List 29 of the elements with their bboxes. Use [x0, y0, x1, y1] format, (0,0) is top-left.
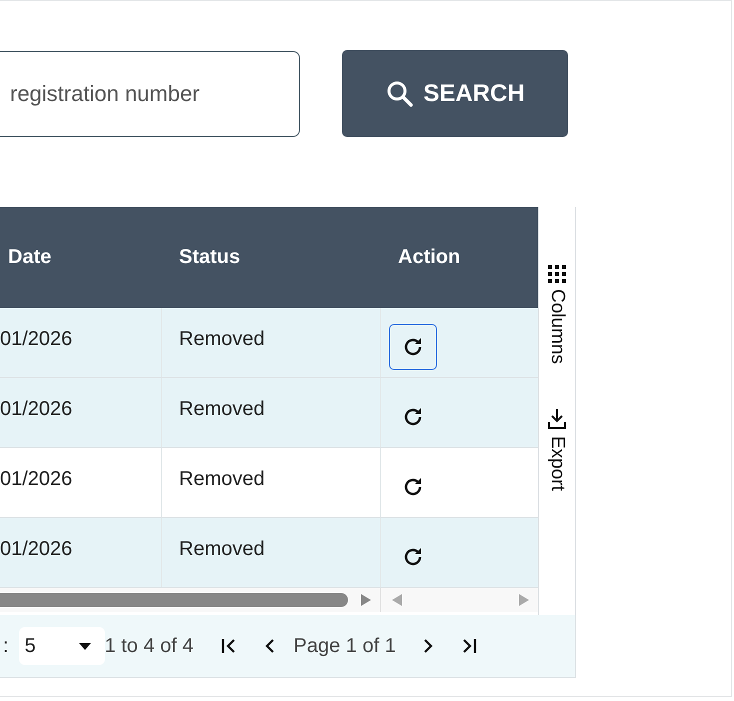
- column-header[interactable]: Action: [398, 246, 460, 269]
- table-cell: Removed: [179, 328, 265, 351]
- table-cell: Removed: [179, 398, 265, 421]
- first-page-icon[interactable]: [220, 637, 238, 655]
- page-size-select[interactable]: 5: [18, 627, 105, 665]
- page-indicator: Page 1 of 1: [294, 634, 396, 658]
- next-page-icon[interactable]: [422, 637, 434, 655]
- row-range: 1 to 4 of 4: [104, 634, 194, 658]
- search-field[interactable]: registration number: [0, 50, 300, 136]
- previous-page-icon[interactable]: [264, 637, 276, 655]
- caret-icon: [78, 642, 91, 650]
- download-icon: [547, 408, 567, 430]
- column-header[interactable]: Date: [8, 246, 52, 269]
- grid-icon: [548, 265, 566, 283]
- table-cell: 01/2026: [0, 538, 72, 561]
- side-tab[interactable]: Export: [546, 408, 568, 491]
- page-size-label: :: [3, 634, 9, 658]
- table-cell: Removed: [179, 538, 265, 561]
- scrollbar-thumb[interactable]: [0, 593, 348, 607]
- table-cell: Removed: [179, 468, 265, 491]
- scroll-right-icon[interactable]: [360, 593, 372, 607]
- search-button[interactable]: SEARCH: [342, 50, 568, 137]
- table-cell: 01/2026: [0, 468, 72, 491]
- table-cell: 01/2026: [0, 328, 72, 351]
- restore-button[interactable]: [389, 324, 437, 370]
- search-icon: [385, 78, 416, 108]
- table-cell: 01/2026: [0, 398, 72, 421]
- column-header[interactable]: Status: [179, 246, 240, 269]
- side-tab[interactable]: Columns: [546, 265, 568, 364]
